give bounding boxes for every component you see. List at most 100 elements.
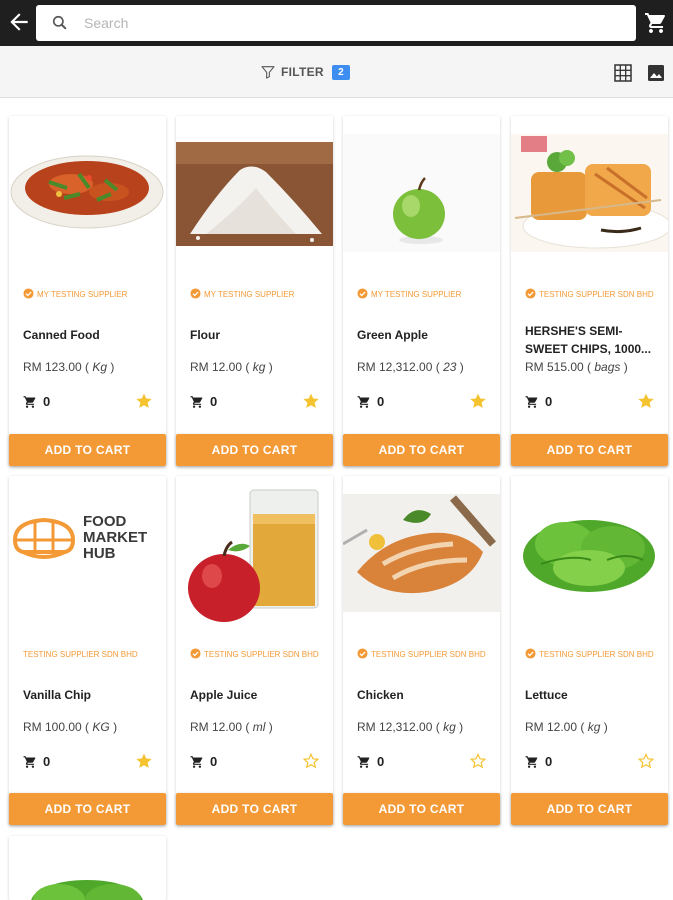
- cart-count-value: 0: [210, 394, 218, 409]
- price-value: RM 12.00 (: [525, 720, 585, 734]
- cart-count: 0: [190, 754, 217, 769]
- image-view-icon[interactable]: [647, 64, 665, 82]
- product-name[interactable]: Flour: [190, 326, 328, 344]
- cart-count-value: 0: [545, 754, 553, 769]
- star-outline-icon[interactable]: [637, 752, 655, 770]
- food-market-hub-logo: FOOD MARKET HUB: [9, 494, 166, 612]
- price-value: RM 12.00 (: [190, 720, 250, 734]
- add-to-cart-button[interactable]: ADD TO CART: [511, 793, 668, 825]
- star-filled-icon[interactable]: [135, 752, 153, 770]
- price-value: RM 123.00 (: [23, 360, 90, 374]
- price-unit: ml: [252, 720, 266, 734]
- supplier-name: MY TESTING SUPPLIER: [37, 290, 128, 299]
- hershes-chips-image: [511, 134, 668, 252]
- cart-icon: [357, 755, 370, 768]
- cart-count: 0: [357, 394, 384, 409]
- product-name[interactable]: Green Apple: [357, 326, 495, 344]
- cart-icon: [357, 395, 370, 408]
- product-card[interactable]: MY TESTING SUPPLIER Green Apple RM 12,31…: [343, 116, 500, 466]
- cart-count-value: 0: [377, 754, 385, 769]
- star-outline-icon[interactable]: [302, 752, 320, 770]
- price-unit: kg: [587, 720, 601, 734]
- cart-count: 0: [525, 394, 552, 409]
- product-card[interactable]: [9, 836, 166, 900]
- verified-check-icon: [357, 648, 368, 659]
- filter-button[interactable]: FILTER 2: [260, 62, 350, 82]
- add-to-cart-button[interactable]: ADD TO CART: [343, 793, 500, 825]
- green-apple-image: [343, 134, 500, 252]
- star-filled-icon[interactable]: [135, 392, 153, 410]
- price-value: RM 100.00 (: [23, 720, 90, 734]
- product-card[interactable]: TESTING SUPPLIER SDN BHD Lettuce RM 12.0…: [511, 476, 668, 825]
- cart-count-value: 0: [43, 754, 51, 769]
- product-card[interactable]: FOOD MARKET HUB TESTING SUPPLIER SDN BHD…: [9, 476, 166, 825]
- price-unit: kg: [443, 720, 456, 734]
- product-price: RM 515.00 ( bags ): [525, 360, 628, 374]
- price-close: ): [459, 360, 464, 374]
- logo-text-line: FOOD: [83, 513, 127, 530]
- grid-view-icon[interactable]: [614, 64, 632, 82]
- product-name[interactable]: Apple Juice: [190, 686, 328, 704]
- price-value: RM 12,312.00 (: [357, 360, 440, 374]
- search-input[interactable]: [84, 5, 624, 41]
- supplier-label: TESTING SUPPLIER SDN BHD: [525, 286, 665, 304]
- supplier-name: TESTING SUPPLIER SDN BHD: [204, 650, 319, 659]
- arrow-back-icon[interactable]: [6, 9, 32, 35]
- star-filled-icon[interactable]: [469, 392, 487, 410]
- add-to-cart-button[interactable]: ADD TO CART: [176, 434, 333, 466]
- cart-icon: [525, 395, 538, 408]
- verified-check-icon: [525, 288, 536, 299]
- search-box[interactable]: [36, 5, 636, 41]
- product-name[interactable]: Vanilla Chip: [23, 686, 161, 704]
- star-outline-icon[interactable]: [469, 752, 487, 770]
- logo-text-line: HUB: [83, 545, 116, 562]
- star-filled-icon[interactable]: [637, 392, 655, 410]
- price-close: ): [113, 720, 118, 734]
- cart-count: 0: [525, 754, 552, 769]
- cart-icon: [23, 395, 36, 408]
- product-price: RM 123.00 ( Kg ): [23, 360, 114, 374]
- supplier-label: MY TESTING SUPPLIER: [190, 286, 330, 304]
- product-card[interactable]: MY TESTING SUPPLIER Canned Food RM 123.0…: [9, 116, 166, 466]
- cart-count: 0: [23, 394, 50, 409]
- lettuce-image: [511, 494, 668, 612]
- product-card[interactable]: MY TESTING SUPPLIER Flour RM 12.00 ( kg …: [176, 116, 333, 466]
- add-to-cart-button[interactable]: ADD TO CART: [176, 793, 333, 825]
- supplier-name: TESTING SUPPLIER SDN BHD: [23, 650, 138, 659]
- supplier-label: TESTING SUPPLIER SDN BHD: [190, 646, 330, 664]
- product-name[interactable]: Lettuce: [525, 686, 663, 704]
- price-close: ): [268, 720, 273, 734]
- price-close: ): [268, 360, 273, 374]
- product-card[interactable]: TESTING SUPPLIER SDN BHD Chicken RM 12,3…: [343, 476, 500, 825]
- add-to-cart-button[interactable]: ADD TO CART: [9, 434, 166, 466]
- add-to-cart-button[interactable]: ADD TO CART: [343, 434, 500, 466]
- price-close: ): [110, 360, 115, 374]
- product-card[interactable]: TESTING SUPPLIER SDN BHD Apple Juice RM …: [176, 476, 333, 825]
- cart-count: 0: [190, 394, 217, 409]
- chicken-image: [343, 494, 500, 612]
- price-close: ): [603, 720, 608, 734]
- product-card[interactable]: TESTING SUPPLIER SDN BHD HERSHE'S SEMI-S…: [511, 116, 668, 466]
- filter-count-badge: 2: [331, 64, 350, 80]
- cart-icon[interactable]: [644, 11, 668, 35]
- add-to-cart-button[interactable]: ADD TO CART: [511, 434, 668, 466]
- price-close: ): [623, 360, 628, 374]
- price-value: RM 515.00 (: [525, 360, 592, 374]
- product-name[interactable]: Chicken: [357, 686, 495, 704]
- flour-image: [176, 134, 333, 252]
- cart-icon: [525, 755, 538, 768]
- star-filled-icon[interactable]: [302, 392, 320, 410]
- price-value: RM 12,312.00 (: [357, 720, 440, 734]
- product-name[interactable]: Canned Food: [23, 326, 161, 344]
- product-price: RM 12.00 ( kg ): [190, 360, 273, 374]
- add-to-cart-button[interactable]: ADD TO CART: [9, 793, 166, 825]
- product-name[interactable]: HERSHE'S SEMI-SWEET CHIPS, 1000...: [525, 322, 663, 358]
- supplier-name: TESTING SUPPLIER SDN BHD: [371, 650, 486, 659]
- supplier-label: TESTING SUPPLIER SDN BHD: [525, 646, 665, 664]
- product-price: RM 12.00 ( kg ): [525, 720, 608, 734]
- price-unit: bags: [594, 360, 621, 374]
- logo-text-line: MARKET: [83, 529, 148, 546]
- canned-food-image: [9, 134, 166, 252]
- cart-icon: [23, 755, 36, 768]
- supplier-label: TESTING SUPPLIER SDN BHD: [357, 646, 497, 664]
